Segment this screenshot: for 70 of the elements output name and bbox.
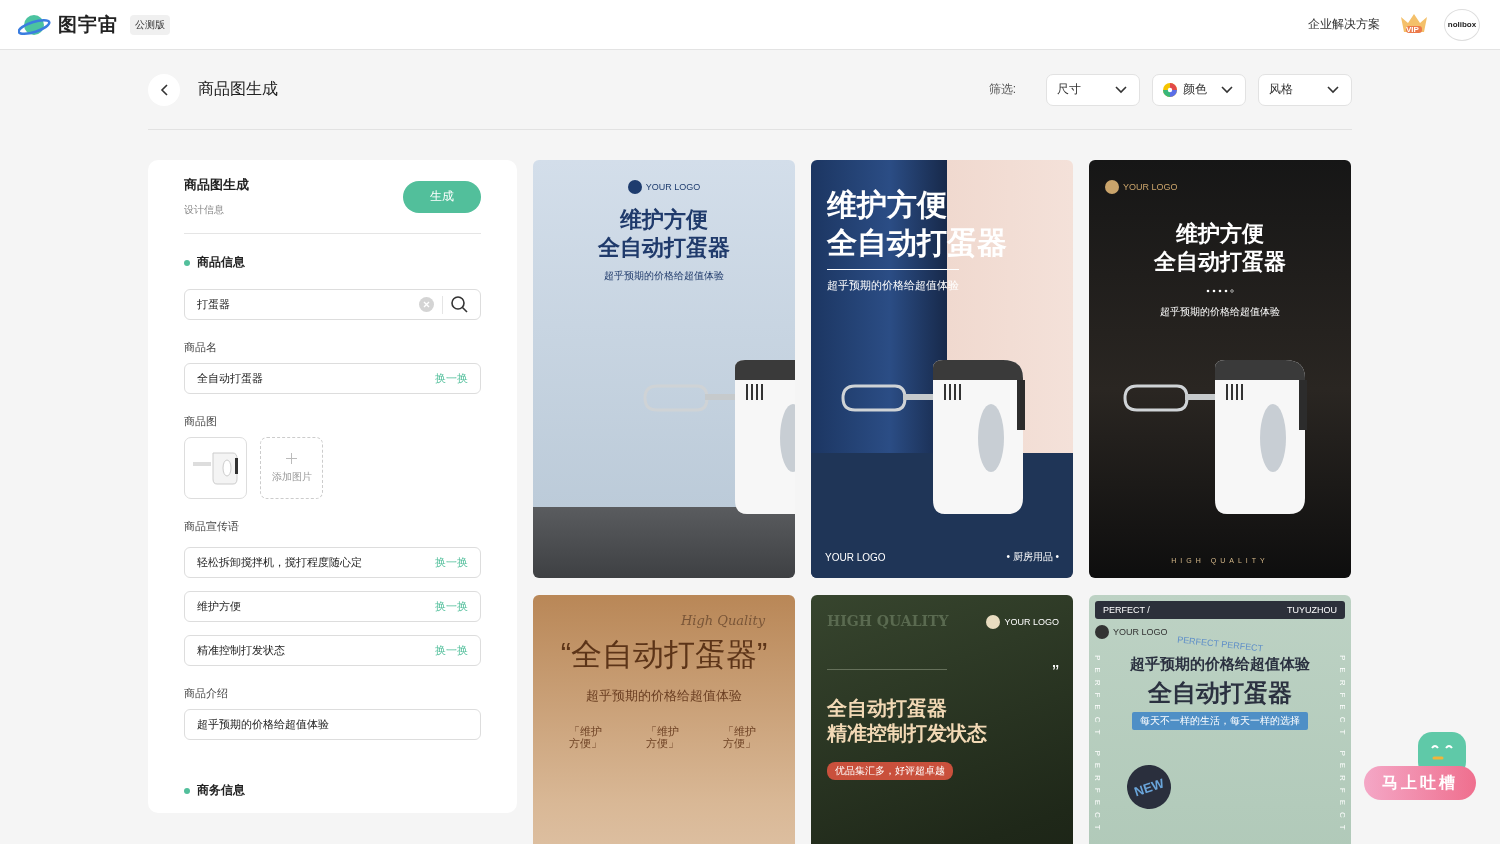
plus-icon [286, 452, 297, 464]
field-label: 商品名 [184, 340, 218, 355]
panel-title: 商品图生成 [184, 176, 249, 194]
poster-preview-card[interactable]: High Quality “全自动打蛋器” 超乎预期的价格给超值体验 「维护方便」 「维护方便」 「维护方便」 [533, 595, 795, 844]
poster-footer-text: YOUR LOGO [825, 551, 886, 563]
poster-tag-text: 「维护方便」 [569, 724, 603, 749]
filter-dropdown[interactable]: 尺寸 [1046, 73, 1140, 106]
slogan-field[interactable]: 精准控制打发状态 换一换 [184, 635, 481, 666]
dots-divider-icon [1206, 289, 1234, 293]
color-wheel-icon [1163, 82, 1177, 97]
filter-dropdown[interactable]: 风格 [1258, 73, 1352, 106]
field-label: 商品图 [184, 414, 218, 429]
filter-label: 筛选: [988, 81, 1016, 98]
poster-tagline: 超乎预期的价格给超值体验 [1130, 655, 1310, 674]
poster-tagline: 超乎预期的价格给超值体验 [1160, 305, 1280, 319]
poster-headline: 维护方便 [1176, 220, 1264, 248]
chevron-down-icon [1221, 85, 1233, 94]
chevron-down-icon [1115, 85, 1127, 94]
filter-dropdown[interactable]: 颜色 [1152, 73, 1246, 106]
poster-headline: 维护方便 [827, 187, 947, 223]
product-thumbnail[interactable] [184, 437, 247, 499]
section-heading: 商品信息 [197, 254, 245, 271]
chevron-down-icon [1327, 85, 1339, 94]
poster-preview-card[interactable]: YOUR LOGO 维护方便 全自动打蛋器 超乎预期的价格给超值体验 [533, 160, 795, 578]
logo-text: YOUR LOGO [1004, 617, 1059, 627]
poster-headline: 全自动打蛋器 [827, 669, 947, 721]
enterprise-link[interactable]: 企业解决方案 [1308, 16, 1380, 33]
page-title: 商品图生成 [198, 79, 278, 99]
hand-mixer-drawing [190, 450, 241, 486]
back-button[interactable] [148, 73, 180, 106]
poster-footer-text: • 厨房用品 • [1006, 550, 1059, 564]
poster-tag-text: 「维护方便」 [645, 724, 680, 749]
poster-headline: 全自动打蛋器 [598, 233, 730, 261]
beta-badge: 公测版 [130, 14, 170, 35]
poster-script-text: PERFECT PERFECT [1176, 634, 1264, 654]
section-dot-icon [184, 259, 190, 266]
poster-tagline: 超乎预期的价格给超值体验 [586, 686, 742, 705]
section-heading: 商务信息 [197, 782, 245, 799]
poster-headline: 全自动打蛋器 [1154, 247, 1286, 275]
poster-pill-label: 优品集汇多，好评超卓越 [827, 762, 953, 780]
logo-text: YOUR LOGO [1113, 627, 1168, 637]
poster-pill-label: 每天不一样的生活，每天一样的选择 [1132, 712, 1308, 730]
product-name-field[interactable]: 全自动打蛋器 换一换 [184, 363, 481, 394]
slogan-field[interactable]: 轻松拆卸搅拌机，搅打程度随心定 换一换 [184, 547, 481, 578]
field-label: 商品宣传语 [184, 519, 240, 534]
logo-text: YOUR LOGO [645, 182, 701, 192]
poster-script-text: High Quality [681, 613, 765, 628]
poster-headline: “全自动打蛋器” [560, 636, 768, 674]
chevron-left-icon [160, 83, 168, 96]
section-dot-icon [184, 787, 190, 794]
brand-name: 图宇宙 [58, 12, 118, 37]
field-label: 商品介绍 [184, 686, 229, 701]
intro-field[interactable]: 超乎预期的价格给超值体验 [184, 709, 481, 740]
poster-side-text: PERFECT PERFECT [1338, 655, 1347, 837]
poster-preview-card[interactable]: PERFECT / TUYUZHOU YOUR LOGO PERFECT PERFECT 超乎预期的价格给超值体验 全自动打蛋器 每天不一样的生活，每天一样的选择 NEW PERFECT PERFECT PERFECT PERFECT [1089, 595, 1351, 844]
logo-text: YOUR LOGO [1123, 182, 1178, 192]
poster-tagline: 超乎预期的价格给超值体验 [604, 269, 724, 283]
poster-headline: 精准控制打发状态 [827, 721, 987, 746]
slogan-field[interactable]: 维护方便 换一换 [184, 591, 481, 622]
poster-tag-text: 「维护方便」 [722, 724, 757, 749]
poster-headline: 全自动打蛋器 [1148, 678, 1292, 708]
poster-bar-text: TUYUZHOU [1287, 605, 1337, 615]
user-avatar[interactable]: nolibox [1444, 8, 1480, 41]
search-icon[interactable] [451, 296, 468, 313]
panel-subtitle: 设计信息 [184, 203, 225, 217]
search-field[interactable]: 打蛋器 [184, 289, 481, 320]
poster-bar-text: PERFECT / [1103, 605, 1150, 615]
poster-headline: 维护方便 [620, 206, 708, 234]
poster-side-text: PERFECT PERFECT [1093, 655, 1102, 837]
quote-mark: ” [1052, 661, 1059, 684]
